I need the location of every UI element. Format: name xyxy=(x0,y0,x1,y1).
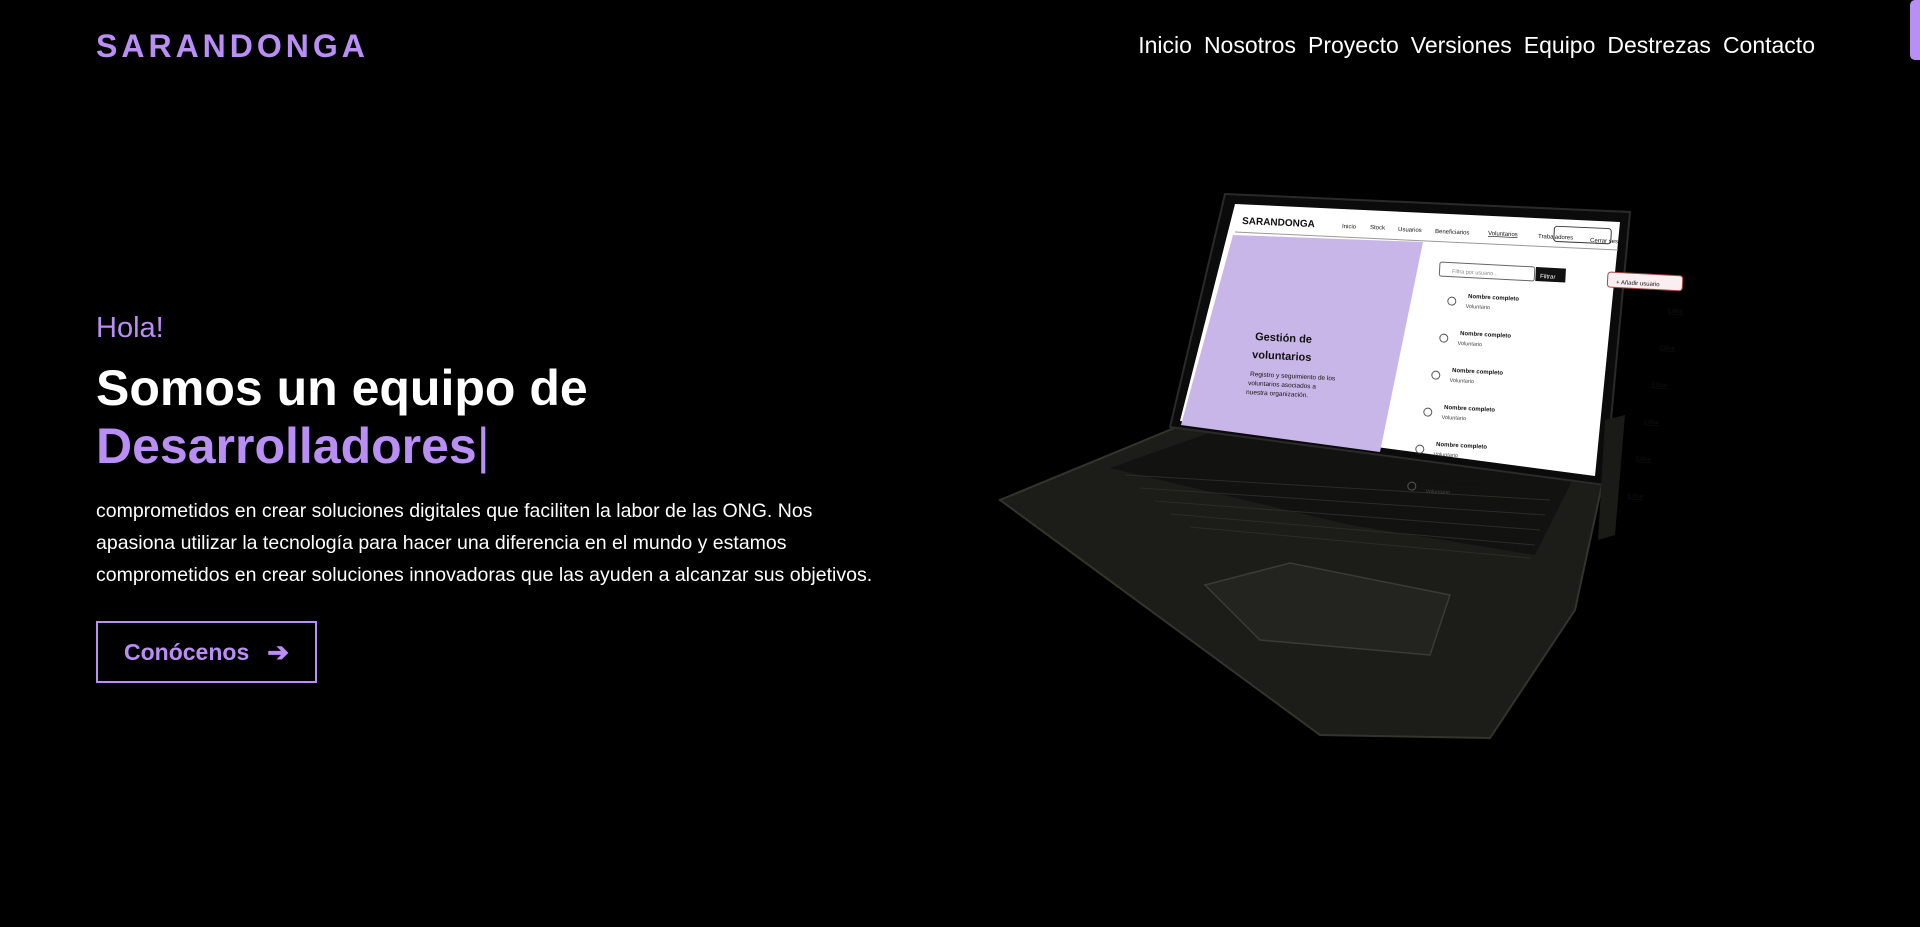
screen-nav-stock: Stock xyxy=(1370,225,1386,232)
hero-headline: Somos un equipo de Desarrolladores| xyxy=(96,359,896,475)
screen-row-role: Voluntario xyxy=(1425,489,1450,496)
hero-greeting: Hola! xyxy=(96,312,164,344)
conocenos-button-label: Conócenos xyxy=(124,638,250,665)
headline-accent-word: Desarrolladores xyxy=(96,418,477,474)
arrow-right-icon: ➔ xyxy=(267,636,290,667)
nav-link-equipo[interactable]: Equipo xyxy=(1524,32,1596,59)
screen-row-role: Voluntario xyxy=(1433,452,1458,459)
screen-nav-inicio: Inicio xyxy=(1342,224,1357,231)
screen-row-edit: Editar xyxy=(1651,382,1667,389)
screen-row-role: Voluntario xyxy=(1465,304,1490,311)
nav-link-inicio[interactable]: Inicio xyxy=(1138,32,1192,59)
nav-link-nosotros[interactable]: Nosotros xyxy=(1204,32,1296,59)
nav-link-proyecto[interactable]: Proyecto xyxy=(1308,32,1399,59)
hero-section: Hola! Somos un equipo de Desarrolladores… xyxy=(96,312,896,683)
main-nav: Inicio Nosotros Proyecto Versiones Equip… xyxy=(1138,32,1815,59)
screen-filter-label: Filtrar xyxy=(1540,274,1556,281)
nav-link-versiones[interactable]: Versiones xyxy=(1411,32,1512,59)
headline-line-2: Desarrolladores| xyxy=(96,417,896,475)
screen-nav-usuarios: Usuarios xyxy=(1398,227,1422,234)
brand-logo[interactable]: SARANDONGA xyxy=(96,28,369,65)
nav-link-destrezas[interactable]: Destrezas xyxy=(1607,32,1711,59)
laptop-illustration: SARANDONGA Inicio Stock Usuarios Benefic… xyxy=(990,180,1790,740)
scrollbar-thumb[interactable] xyxy=(1910,0,1920,60)
screen-row-edit: Editar xyxy=(1667,308,1683,315)
screen-row-edit: Editar xyxy=(1643,419,1659,426)
screen-row-role: Voluntario xyxy=(1449,378,1474,385)
screen-row-edit: Editar xyxy=(1627,493,1643,500)
headline-line-1: Somos un equipo de xyxy=(96,360,588,416)
hero-description: comprometidos en crear soluciones digita… xyxy=(96,500,873,586)
top-navbar: SARANDONGA Inicio Nosotros Proyecto Vers… xyxy=(0,0,1920,90)
screen-row-edit: Editar xyxy=(1635,456,1651,463)
screen-row-edit: Editar xyxy=(1659,345,1675,352)
conocenos-button[interactable]: Conócenos ➔ xyxy=(96,621,318,683)
laptop-svg: SARANDONGA Inicio Stock Usuarios Benefic… xyxy=(997,192,1683,740)
typing-cursor: | xyxy=(476,418,490,474)
screen-row-role: Voluntario xyxy=(1441,415,1466,422)
screen-row-role: Voluntario xyxy=(1457,341,1482,348)
nav-link-contacto[interactable]: Contacto xyxy=(1723,32,1815,59)
